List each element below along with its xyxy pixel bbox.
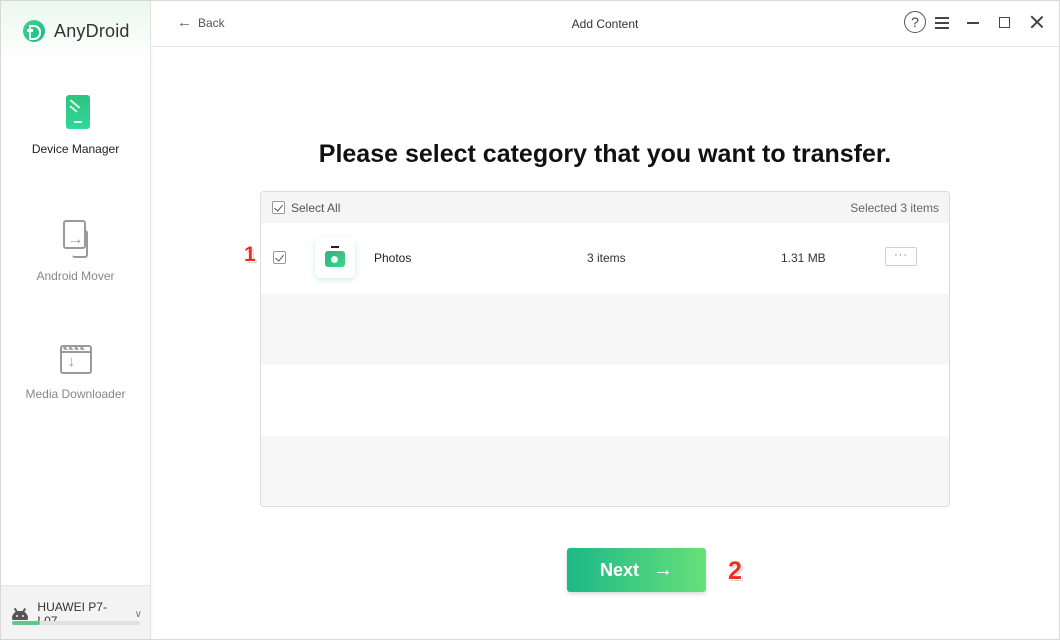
help-icon[interactable]: ?: [904, 11, 926, 33]
more-options-button[interactable]: ···: [885, 247, 917, 266]
sidebar-item-label: Device Manager: [31, 142, 120, 156]
window-controls: ?: [904, 11, 1059, 33]
device-manager-icon: [56, 94, 96, 134]
maximize-icon[interactable]: [999, 16, 1010, 28]
row-size: 1.31 MB: [781, 251, 826, 265]
row-checkbox[interactable]: [273, 251, 286, 264]
app-window: AnyDroid Device Manager → Android Mover …: [0, 0, 1060, 640]
select-all-label[interactable]: Select All: [291, 201, 340, 215]
chevron-down-icon: ∨: [134, 608, 142, 620]
sidebar-item-label: Media Downloader: [25, 387, 126, 401]
empty-row: [261, 365, 949, 436]
storage-bar: [12, 621, 140, 625]
app-name: AnyDroid: [54, 20, 130, 41]
anydroid-logo-icon: [23, 20, 45, 42]
storage-bar-fill: [12, 621, 41, 625]
sidebar-item-device-manager[interactable]: Device Manager: [1, 94, 150, 156]
android-mover-icon: →: [56, 220, 96, 260]
brand: AnyDroid: [23, 20, 130, 42]
list-header: Select All Selected 3 items: [261, 192, 949, 223]
close-icon[interactable]: [1030, 15, 1044, 29]
selected-count: Selected 3 items: [850, 201, 939, 215]
empty-row: [261, 436, 949, 506]
media-downloader-icon: ◣◣◣◣ ↓: [51, 342, 101, 382]
sidebar-header: AnyDroid: [1, 1, 150, 63]
next-button[interactable]: Next →: [567, 548, 706, 592]
sidebar-item-media-downloader[interactable]: ◣◣◣◣ ↓ Media Downloader: [1, 342, 150, 401]
next-label: Next: [599, 559, 639, 580]
step-marker-1: 1: [244, 243, 256, 266]
step-marker-2: 2: [728, 557, 742, 585]
android-icon: [12, 607, 28, 620]
select-all-checkbox[interactable]: [272, 201, 285, 214]
photos-icon: [315, 238, 355, 278]
sidebar: AnyDroid Device Manager → Android Mover …: [1, 1, 151, 639]
page-heading: Please select category that you want to …: [318, 140, 892, 168]
top-bar: ← Back Add Content ?: [151, 1, 1059, 47]
list-item[interactable]: Photos 3 items 1.31 MB ···: [261, 223, 949, 294]
row-count: 3 items: [587, 251, 626, 265]
sidebar-item-android-mover[interactable]: → Android Mover: [1, 220, 150, 283]
arrow-right-icon: →: [653, 558, 673, 581]
minimize-icon[interactable]: [967, 16, 979, 28]
empty-row: [261, 294, 949, 365]
row-name: Photos: [374, 251, 412, 265]
category-list: Select All Selected 3 items Photos 3 ite…: [260, 191, 950, 507]
menu-icon[interactable]: [935, 16, 949, 29]
sidebar-item-label: Android Mover: [36, 269, 115, 283]
device-selector: HUAWEI P7-L07 ∨: [1, 585, 150, 639]
